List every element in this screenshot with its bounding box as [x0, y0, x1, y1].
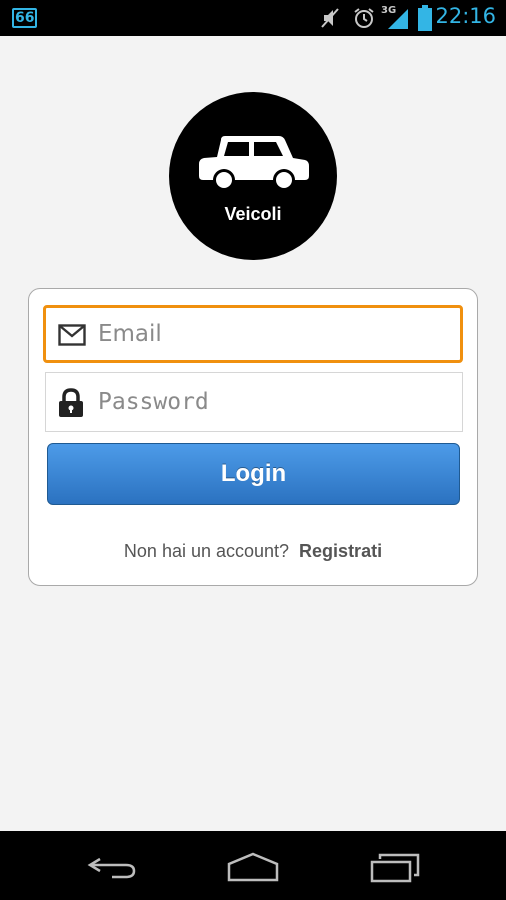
email-input[interactable]: [98, 308, 453, 360]
logo-label: Veicoli: [224, 204, 282, 224]
status-bar: 66 3G 22:16: [0, 0, 506, 36]
signal-icon: [388, 9, 408, 29]
nav-bar: [0, 831, 506, 900]
register-prompt: Non hai un account?: [123, 541, 290, 561]
lock-icon: [59, 388, 83, 417]
notification-badge: 66: [12, 8, 38, 28]
clock: 22:16: [435, 4, 496, 28]
alarm-icon: [354, 8, 374, 28]
register-link[interactable]: Registrati: [299, 541, 382, 561]
login-button[interactable]: Login: [47, 443, 460, 505]
battery-icon: [418, 5, 432, 31]
email-field[interactable]: [43, 305, 463, 363]
app-logo: Veicoli: [169, 92, 337, 260]
password-field[interactable]: [45, 372, 463, 432]
recent-apps-icon[interactable]: [370, 853, 420, 883]
password-input[interactable]: [98, 373, 453, 431]
back-icon[interactable]: [86, 855, 138, 881]
envelope-icon: [58, 324, 86, 346]
mute-icon: [321, 8, 339, 28]
login-card: Login Non hai un account? Registrati: [28, 288, 478, 586]
register-row: Non hai un account? Registrati: [29, 541, 477, 562]
car-icon: [199, 136, 309, 190]
home-icon[interactable]: [226, 852, 280, 882]
